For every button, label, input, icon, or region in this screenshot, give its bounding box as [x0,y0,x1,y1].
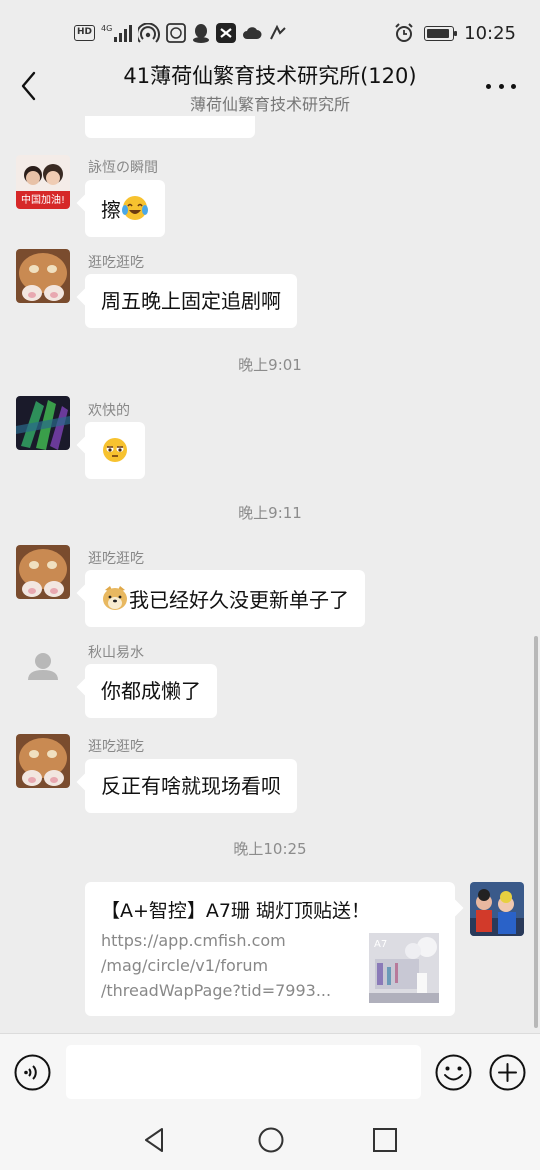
nav-home-icon[interactable] [256,1125,286,1155]
avatar[interactable] [16,545,70,599]
chat-header: 41薄荷仙繁育技术研究所(120) 薄荷仙繁育技术研究所 [0,54,540,116]
chat-subtitle: 薄荷仙繁育技术研究所 [189,95,350,114]
timestamp: 晚上9:01 [238,356,302,374]
hotspot-icon [138,23,161,43]
sender-name: 秋山易水 [88,645,144,661]
sender-name: 逛吃逛吃 [88,551,144,567]
qq-icon [193,24,210,43]
status-time: 10:25 [464,22,516,44]
message-bubble[interactable]: 擦 [85,180,165,237]
signal-icon: 4G [101,24,133,42]
message-text: 我已经好久没更新单子了 [129,588,349,612]
message-text: 反正有啥就现场看呗 [101,774,281,798]
link-card-message[interactable]: 【A+智控】A7珊 瑚灯顶贴送！ https://app.cmfish.com … [85,882,455,1016]
link-card-title: 【A+智控】A7珊 瑚灯顶贴送！ [101,900,371,922]
cloud-icon [243,27,262,39]
input-bar [0,1033,540,1111]
laughing-crying-emoji-icon [122,196,148,220]
more-functions-button[interactable] [489,1054,526,1091]
nav-recent-apps-icon[interactable] [371,1126,399,1154]
nav-back-icon[interactable] [140,1125,170,1155]
thumbnail-label: A7 [374,939,387,950]
avatar[interactable] [16,249,70,303]
battery-icon [424,25,458,41]
emoji-button[interactable] [435,1054,472,1091]
status-icons-right: 10:25 [394,20,516,46]
app-icon [166,23,187,43]
avatar[interactable]: 中国加油! [16,155,70,209]
scrollbar[interactable] [534,636,538,1028]
capcut-icon [216,23,237,43]
message-bubble[interactable]: 你都成懒了 [85,664,217,718]
avatar[interactable] [16,396,70,450]
link-card-url-line: /threadWapPage?tid=7993... [101,981,332,1000]
my-avatar[interactable] [470,882,524,936]
message-text: 擦 [101,198,121,222]
alarm-icon [395,23,413,42]
chat-title: 41薄荷仙繁育技术研究所(120) [123,64,417,88]
system-nav-bar [0,1111,540,1170]
timestamp: 晚上10:25 [233,840,307,858]
message-bubble[interactable]: 反正有啥就现场看呗 [85,759,297,813]
message-list[interactable]: 中国加油! 詠恆の瞬間 擦 逛吃逛吃 周五晚上固定追剧啊 晚上9:01 欢快的 … [0,116,540,1033]
avatar[interactable] [16,734,70,788]
link-card-url-line: https://app.cmfish.com [101,931,286,950]
sleepy-emoji-icon [103,438,127,462]
message-bubble[interactable]: 我已经好久没更新单子了 [85,570,365,627]
message-text: 你都成懒了 [101,679,201,703]
link-card-thumbnail: A7 [369,933,439,1003]
message-bubble-partial[interactable] [85,116,255,138]
timestamp: 晚上9:11 [238,504,302,522]
sender-name: 逛吃逛吃 [88,255,144,271]
message-input[interactable] [66,1045,421,1099]
sender-name: 詠恆の瞬間 [88,160,158,176]
message-text: 周五晚上固定追剧啊 [101,289,281,313]
back-button[interactable] [14,68,44,104]
link-card-url-line: /mag/circle/v1/forum [101,956,269,975]
app-icon [270,24,287,40]
message-bubble[interactable]: 周五晚上固定追剧啊 [85,274,297,328]
sender-name: 欢快的 [88,403,130,419]
message-bubble[interactable] [85,422,145,479]
doge-emoji-icon [103,586,127,610]
status-icons-left: HD 4G [74,22,288,44]
link-card-url: https://app.cmfish.com /mag/circle/v1/fo… [101,928,351,1003]
more-options-button[interactable] [486,84,516,92]
sender-name: 逛吃逛吃 [88,739,144,755]
voice-input-button[interactable] [14,1054,51,1091]
avatar[interactable] [16,640,70,694]
svg-text:中国加油!: 中国加油! [21,193,65,206]
hd-icon: HD [74,25,96,41]
